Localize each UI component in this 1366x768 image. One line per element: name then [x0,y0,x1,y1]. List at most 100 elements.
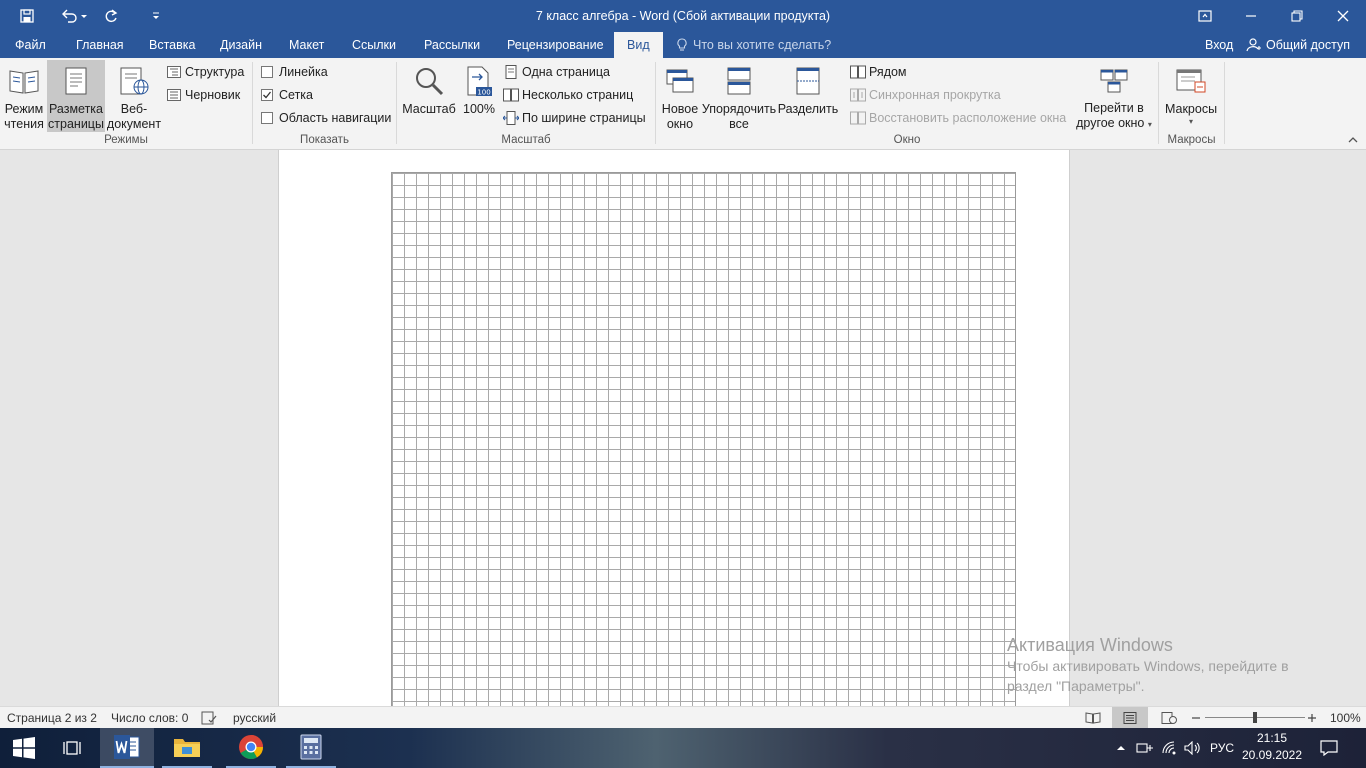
sync-scroll-button[interactable]: Синхронная прокрутка [850,85,1001,105]
macros-label: Макросы [1164,102,1218,116]
taskbar-clock[interactable]: 21:15 20.09.2022 [1240,730,1304,764]
zoom-out-button[interactable] [1190,707,1202,729]
document-area[interactable] [0,150,1366,706]
multiple-pages-button[interactable]: Несколько страниц [503,85,633,105]
taskbar-app-word[interactable] [100,728,154,768]
page-width-button[interactable]: По ширине страницы [503,108,646,128]
sign-in-link[interactable]: Вход [1205,32,1233,58]
volume-tray-icon-button[interactable] [1183,728,1203,768]
print-layout-button[interactable]: Разметка страницы [47,60,105,132]
read-mode-line2: чтения [4,117,44,131]
undo-button[interactable] [54,0,94,32]
task-view-button[interactable] [48,728,96,768]
side-by-side-icon [850,65,866,79]
zoom-in-button[interactable] [1306,707,1318,729]
speaker-icon [1184,741,1200,755]
language[interactable]: русский [233,707,276,729]
nav-pane-check-box[interactable] [261,112,273,124]
network-tray-icon-button[interactable] [1160,728,1180,768]
ruler-checkbox[interactable]: Линейка [261,62,328,82]
arrange-all-line2: все [729,117,749,131]
proofing-button[interactable] [201,707,217,729]
document-page[interactable] [278,150,1070,706]
tab-mailings[interactable]: Рассылки [424,32,480,58]
show-hidden-icons-button[interactable] [1112,728,1130,768]
view-side-by-side-button[interactable]: Рядом [850,62,907,82]
web-layout-button[interactable]: Веб- документ [106,60,162,132]
tab-file[interactable]: Файл [15,32,46,58]
new-window-button[interactable]: Новое окно [659,60,701,132]
tab-review[interactable]: Рецензирование [507,32,604,58]
reset-position-icon [850,111,866,125]
group-label-macros: Макросы [1167,134,1216,146]
one-page-button[interactable]: Одна страница [503,62,610,82]
one-page-icon [505,65,517,79]
title-bar: 7 класс алгебра - Word (Сбой активации п… [0,0,1366,32]
book-icon [9,70,39,94]
zoom-100-icon: 100 [467,66,492,97]
minimize-button[interactable] [1228,0,1274,32]
read-mode-view-button[interactable] [1084,707,1102,729]
zoom-level[interactable]: 100% [1330,707,1361,729]
tell-me-search[interactable]: Что вы хотите сделать? [676,32,831,58]
switch-windows-icon [1100,69,1128,92]
share-button[interactable]: Общий доступ [1246,32,1350,58]
zoom-slider[interactable] [1205,707,1305,729]
tab-insert[interactable]: Вставка [149,32,195,58]
input-language-indicator[interactable]: РУС [1208,728,1236,768]
power-tray-icon-button[interactable] [1135,728,1155,768]
read-mode-button[interactable]: Режим чтения [2,60,46,132]
read-mode-line1: Режим [4,102,44,116]
redo-button[interactable] [94,0,128,32]
draft-button[interactable]: Черновик [166,85,240,105]
customize-qat-button[interactable] [128,0,184,32]
group-separator [252,62,253,144]
tab-view[interactable]: Вид [614,32,663,58]
word-count[interactable]: Число слов: 0 [111,707,188,729]
ruler-check-box[interactable] [261,66,273,78]
web-layout-view-button[interactable] [1160,707,1178,729]
switch-windows-button[interactable]: Перейти в другое окно ▾ [1074,60,1154,132]
split-button[interactable]: Разделить [778,60,838,132]
zoom-100-icon-text: 100 [477,89,490,97]
tab-references[interactable]: Ссылки [352,32,396,58]
page-count[interactable]: Страница 2 из 2 [7,707,97,729]
action-center-button[interactable] [1314,728,1344,768]
tab-home[interactable]: Главная [76,32,124,58]
nav-pane-checkbox[interactable]: Область навигации [261,108,391,128]
split-label: Разделить [777,102,839,116]
chevron-down-icon: ▾ [1188,117,1193,126]
collapse-ribbon-button[interactable] [1348,133,1358,147]
taskbar-app-calculator[interactable] [286,728,336,768]
ribbon-display-options-button[interactable] [1182,0,1228,32]
zoom-button[interactable]: Масштаб [400,60,458,132]
macros-button[interactable]: Макросы ▾ [1162,60,1220,132]
tab-design[interactable]: Дизайн [220,32,262,58]
window-controls [1182,0,1366,32]
person-icon [1246,38,1261,52]
restore-button[interactable] [1274,0,1320,32]
gridlines-check-box[interactable] [261,89,273,101]
print-layout-view-button[interactable] [1112,707,1148,729]
save-button[interactable] [0,0,54,32]
zoom-slider-thumb[interactable] [1253,712,1257,723]
status-bar: Страница 2 из 2 Число слов: 0 русский 10… [0,706,1366,729]
reset-window-position-button[interactable]: Восстановить расположение окна [850,108,1066,128]
taskbar-app-explorer[interactable] [162,728,212,768]
ribbon-tabs: Файл Главная Вставка Дизайн Макет Ссылки… [0,32,1366,58]
arrange-all-button[interactable]: Упорядочить все [702,60,776,132]
group-separator [396,62,397,144]
gridlines-checkbox[interactable]: Сетка [261,85,313,105]
switch-windows-line1: Перейти в [1084,101,1144,115]
zoom-100-button[interactable]: 100 100% [460,60,498,132]
start-button[interactable] [0,728,48,768]
close-button[interactable] [1320,0,1366,32]
taskbar-app-chrome[interactable] [226,728,276,768]
activation-watermark: Активация Windows Чтобы активировать Win… [1007,634,1289,696]
outline-button[interactable]: Структура [166,62,244,82]
undo-icon [62,9,87,23]
chevron-up-icon [1117,746,1125,750]
switch-windows-line2: другое окно ▾ [1076,116,1152,132]
watermark-line2: раздел "Параметры". [1007,678,1145,694]
tab-layout[interactable]: Макет [289,32,324,58]
